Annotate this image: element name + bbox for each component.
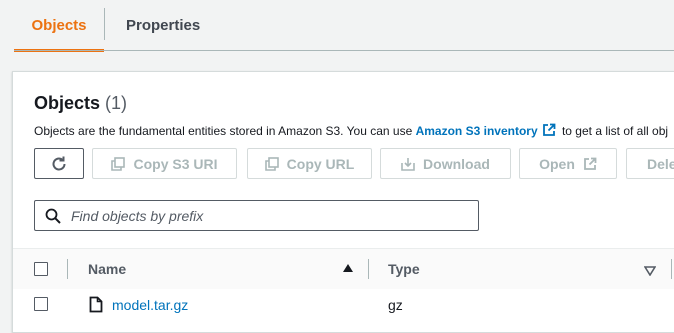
search-icon xyxy=(45,208,61,224)
tab-bar: Objects Properties xyxy=(0,0,674,52)
column-header-name[interactable]: Name xyxy=(88,261,126,277)
column-resize-handle[interactable] xyxy=(368,259,369,279)
copy-icon xyxy=(264,156,279,171)
tab-objects[interactable]: Objects xyxy=(14,0,104,52)
copy-url-button[interactable]: Copy URL xyxy=(247,148,372,179)
refresh-button[interactable] xyxy=(34,148,84,179)
description-prefix: Objects are the fundamental entities sto… xyxy=(34,124,413,138)
object-type: gz xyxy=(388,297,403,313)
object-name-link[interactable]: model.tar.gz xyxy=(112,297,188,313)
external-link-icon[interactable] xyxy=(542,123,556,137)
search-box xyxy=(34,200,479,231)
sort-ascending-icon[interactable] xyxy=(343,264,353,272)
tab-properties-label: Properties xyxy=(126,16,201,34)
s3-inventory-link[interactable]: Amazon S3 inventory xyxy=(416,124,538,138)
tab-divider xyxy=(104,8,105,40)
table-row: model.tar.gz gz xyxy=(13,289,674,321)
column-divider xyxy=(67,259,68,279)
search-input[interactable] xyxy=(69,206,453,225)
description-suffix: to get a list of all obj xyxy=(561,124,669,138)
delete-label: Dele xyxy=(647,155,674,172)
tab-bar-underline xyxy=(14,50,674,51)
download-label: Download xyxy=(423,155,490,172)
sort-descending-icon[interactable] xyxy=(644,266,656,276)
open-button[interactable]: Open xyxy=(519,148,617,179)
tab-objects-label: Objects xyxy=(31,16,87,34)
table-header: Name Type xyxy=(13,248,674,290)
copy-icon xyxy=(111,156,126,171)
panel-title-text: Objects xyxy=(34,93,101,113)
copy-url-label: Copy URL xyxy=(286,155,355,172)
delete-button[interactable]: Dele xyxy=(626,148,674,179)
open-label: Open xyxy=(539,155,575,172)
panel-title: Objects (1) xyxy=(34,93,127,114)
row-checkbox[interactable] xyxy=(34,297,48,311)
column-resize-handle[interactable] xyxy=(671,259,672,279)
download-icon xyxy=(401,157,415,171)
tab-properties[interactable]: Properties xyxy=(126,0,200,50)
panel-description: Objects are the fundamental entities sto… xyxy=(34,123,668,138)
select-all-checkbox[interactable] xyxy=(34,262,48,276)
objects-panel: Objects (1) Objects are the fundamental … xyxy=(12,71,674,333)
file-icon xyxy=(89,296,103,313)
object-count: (1) xyxy=(105,93,128,113)
copy-s3-uri-button[interactable]: Copy S3 URI xyxy=(92,148,237,179)
column-header-type[interactable]: Type xyxy=(388,261,420,277)
copy-s3-uri-label: Copy S3 URI xyxy=(133,155,218,172)
download-button[interactable]: Download xyxy=(380,148,511,179)
refresh-icon xyxy=(52,156,66,170)
external-link-icon xyxy=(583,157,597,170)
